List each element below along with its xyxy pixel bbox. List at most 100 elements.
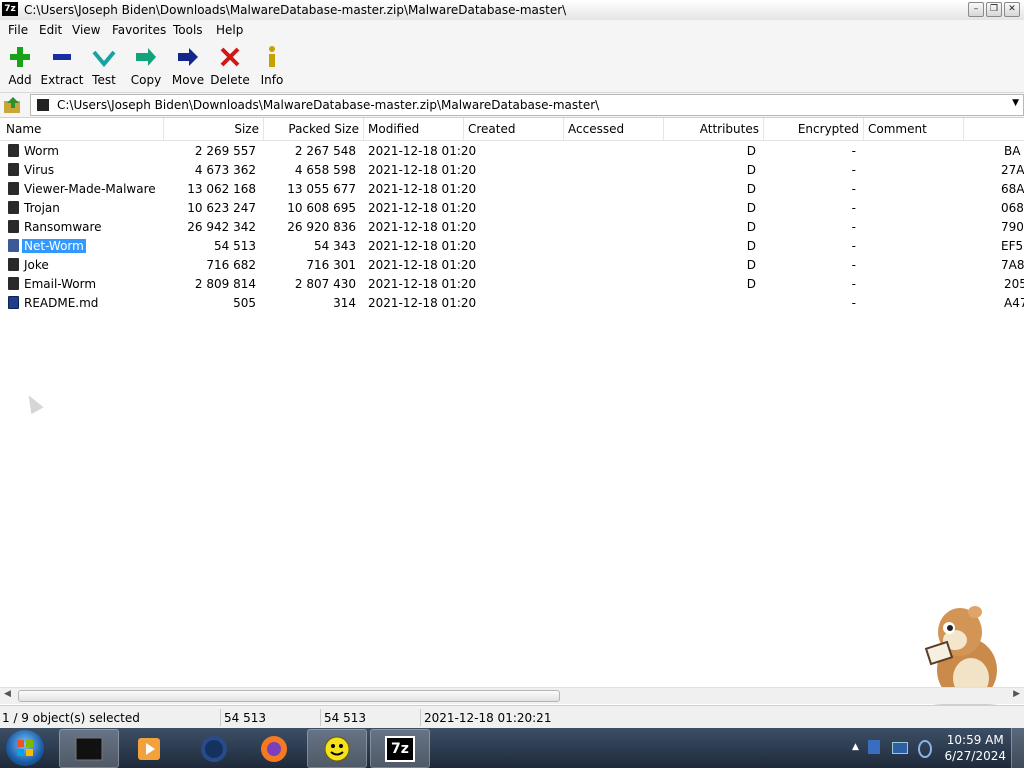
- start-button[interactable]: [6, 730, 44, 766]
- column-encrypted[interactable]: Encrypted: [764, 118, 864, 140]
- item-packed: 2 267 548: [294, 144, 356, 158]
- item-packed: 26 920 836: [287, 220, 356, 234]
- item-modified: 2021-12-18 01:20: [368, 163, 477, 177]
- taskbar: 7z ▲ 10:59 AM 6/27/2024: [0, 728, 1024, 768]
- column-packed-size[interactable]: Packed Size: [264, 118, 364, 140]
- smiley-icon: [324, 736, 350, 761]
- extract-button[interactable]: Extract: [39, 44, 85, 87]
- item-packed: 716 301: [306, 258, 356, 272]
- folder-icon: [8, 163, 19, 176]
- menu-favorites[interactable]: Favorites: [112, 23, 166, 37]
- item-size: 2 269 557: [194, 144, 256, 158]
- tray-volume-icon[interactable]: [918, 740, 932, 758]
- show-desktop-button[interactable]: [1011, 728, 1024, 768]
- item-name: Net-Worm: [22, 239, 86, 253]
- column-created[interactable]: Created: [464, 118, 564, 140]
- item-name: Virus: [24, 163, 55, 177]
- menu-view[interactable]: View: [72, 23, 100, 37]
- scroll-left-icon[interactable]: ◀: [4, 689, 11, 699]
- item-packed: 314: [333, 296, 356, 310]
- list-item[interactable]: README.md 505 314 2021-12-18 01:20 - A47: [0, 294, 1024, 313]
- arrow-right-icon: [178, 48, 198, 66]
- item-modified: 2021-12-18 01:20: [368, 296, 477, 310]
- list-item[interactable]: Joke 716 682 716 301 2021-12-18 01:20 D …: [0, 256, 1024, 275]
- add-button[interactable]: Add: [0, 44, 43, 87]
- tray-action-center-icon[interactable]: [892, 742, 908, 754]
- item-name: README.md: [24, 296, 99, 310]
- item-modified: 2021-12-18 01:20: [368, 220, 477, 234]
- column-comment[interactable]: Comment: [864, 118, 964, 140]
- column-modified[interactable]: Modified: [364, 118, 464, 140]
- horizontal-scrollbar[interactable]: ◀ ▶: [0, 687, 1024, 704]
- folder-icon: [8, 239, 19, 252]
- column-accessed[interactable]: Accessed: [564, 118, 664, 140]
- 7zip-app-icon[interactable]: 7z: [2, 2, 18, 16]
- item-encrypted: -: [851, 163, 856, 177]
- item-size: 13 062 168: [187, 182, 256, 196]
- up-folder-icon[interactable]: [3, 96, 23, 114]
- column-attributes[interactable]: Attributes: [664, 118, 764, 140]
- minus-icon: [53, 54, 71, 60]
- move-button[interactable]: Move: [165, 44, 211, 87]
- x-icon: [220, 47, 240, 67]
- file-list: Worm 2 269 557 2 267 548 2021-12-18 01:2…: [0, 142, 1024, 687]
- list-item-selected[interactable]: Net-Worm 54 513 54 343 2021-12-18 01:20 …: [0, 237, 1024, 256]
- address-path-input[interactable]: C:\Users\Joseph Biden\Downloads\MalwareD…: [30, 94, 1024, 116]
- column-crc[interactable]: [964, 118, 1024, 140]
- item-name: Email-Worm: [24, 277, 97, 291]
- list-item[interactable]: Trojan 10 623 247 10 608 695 2021-12-18 …: [0, 199, 1024, 218]
- item-crc: 068: [1001, 201, 1024, 215]
- scroll-right-icon[interactable]: ▶: [1013, 689, 1020, 699]
- menu-bar: File Edit View Favorites Tools Help: [0, 20, 1024, 40]
- item-crc: 790: [1001, 220, 1024, 234]
- taskbar-terminal[interactable]: [59, 729, 119, 768]
- plus-icon: [10, 47, 30, 67]
- folder-icon: [8, 144, 19, 157]
- media-player-icon: [138, 737, 160, 760]
- minimize-button[interactable]: –: [968, 2, 984, 17]
- move-label: Move: [171, 73, 205, 87]
- menu-edit[interactable]: Edit: [39, 23, 62, 37]
- windows-logo-icon: [17, 740, 33, 756]
- folder-icon: [8, 258, 19, 271]
- taskbar-browser[interactable]: [184, 729, 244, 768]
- item-packed: 54 343: [314, 239, 356, 253]
- list-item[interactable]: Virus 4 673 362 4 658 598 2021-12-18 01:…: [0, 161, 1024, 180]
- item-encrypted: -: [851, 239, 856, 253]
- menu-help[interactable]: Help: [216, 23, 243, 37]
- delete-button[interactable]: Delete: [207, 44, 253, 87]
- taskbar-media-player[interactable]: [119, 729, 179, 768]
- column-name[interactable]: Name: [2, 118, 164, 140]
- close-button[interactable]: ✕: [1004, 2, 1020, 17]
- scrollbar-thumb[interactable]: [18, 690, 560, 702]
- taskbar-firefox[interactable]: [244, 729, 304, 768]
- clock[interactable]: 10:59 AM 6/27/2024: [944, 732, 1006, 764]
- address-path: C:\Users\Joseph Biden\Downloads\MalwareD…: [57, 98, 600, 112]
- item-attributes: D: [746, 220, 756, 234]
- list-item[interactable]: Email-Worm 2 809 814 2 807 430 2021-12-1…: [0, 275, 1024, 294]
- test-button[interactable]: Test: [81, 44, 127, 87]
- folder-icon: [8, 201, 19, 214]
- item-packed: 2 807 430: [294, 277, 356, 291]
- tray-network-icon[interactable]: [868, 740, 880, 754]
- tray-chevron-icon[interactable]: ▲: [852, 742, 859, 752]
- restore-button[interactable]: ❐: [986, 2, 1002, 17]
- status-selection: 1 / 9 object(s) selected: [2, 711, 140, 725]
- list-item[interactable]: Viewer-Made-Malware 13 062 168 13 055 67…: [0, 180, 1024, 199]
- menu-tools[interactable]: Tools: [173, 23, 203, 37]
- delete-label: Delete: [210, 73, 250, 87]
- status-modified: 2021-12-18 01:20:21: [424, 711, 552, 725]
- list-item[interactable]: Worm 2 269 557 2 267 548 2021-12-18 01:2…: [0, 142, 1024, 161]
- taskbar-smiley[interactable]: [307, 729, 367, 768]
- item-modified: 2021-12-18 01:20: [368, 239, 477, 253]
- check-icon: [92, 50, 116, 68]
- chevron-down-icon[interactable]: ▼: [1012, 98, 1019, 108]
- column-size[interactable]: Size: [164, 118, 264, 140]
- copy-button[interactable]: Copy: [123, 44, 169, 87]
- info-button[interactable]: Info: [249, 44, 295, 87]
- menu-file[interactable]: File: [8, 23, 28, 37]
- taskbar-7zip[interactable]: 7z: [370, 729, 430, 768]
- list-item[interactable]: Ransomware 26 942 342 26 920 836 2021-12…: [0, 218, 1024, 237]
- item-modified: 2021-12-18 01:20: [368, 277, 477, 291]
- status-bar: 1 / 9 object(s) selected 54 513 54 513 2…: [0, 705, 1024, 729]
